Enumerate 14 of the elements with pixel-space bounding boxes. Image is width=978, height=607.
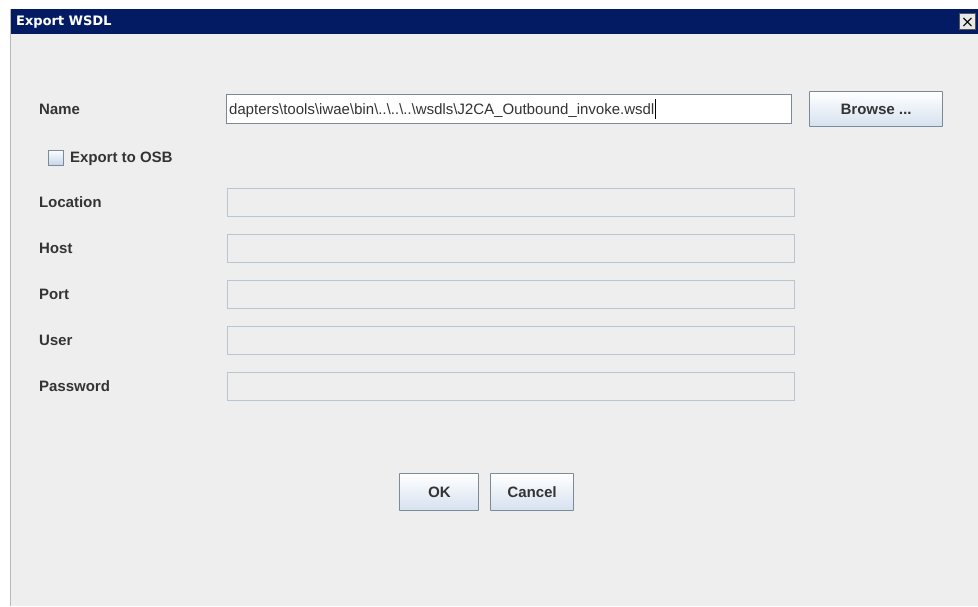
export-checkbox[interactable] <box>48 150 64 166</box>
dialog-button[interactable]: OK <box>399 473 480 511</box>
dialog-button[interactable]: Cancel <box>490 473 574 511</box>
export-label[interactable]: Export to OSB <box>70 149 173 166</box>
close-button[interactable]: × <box>959 13 976 30</box>
field-label: User <box>39 332 74 349</box>
window-title: Export WSDL <box>16 14 112 29</box>
field-label: Location <box>39 194 102 211</box>
field-label: Password <box>39 378 111 395</box>
field-label: Host <box>39 240 74 257</box>
browse-button[interactable]: Browse ... <box>809 91 943 127</box>
field-label: Port <box>39 286 70 303</box>
name-label: Name <box>39 100 81 118</box>
name-field[interactable]: dapters\tools\iwae\bin\..\..\..\wsdls\J2CA_Outbound_invoke.wsdl <box>226 94 792 124</box>
